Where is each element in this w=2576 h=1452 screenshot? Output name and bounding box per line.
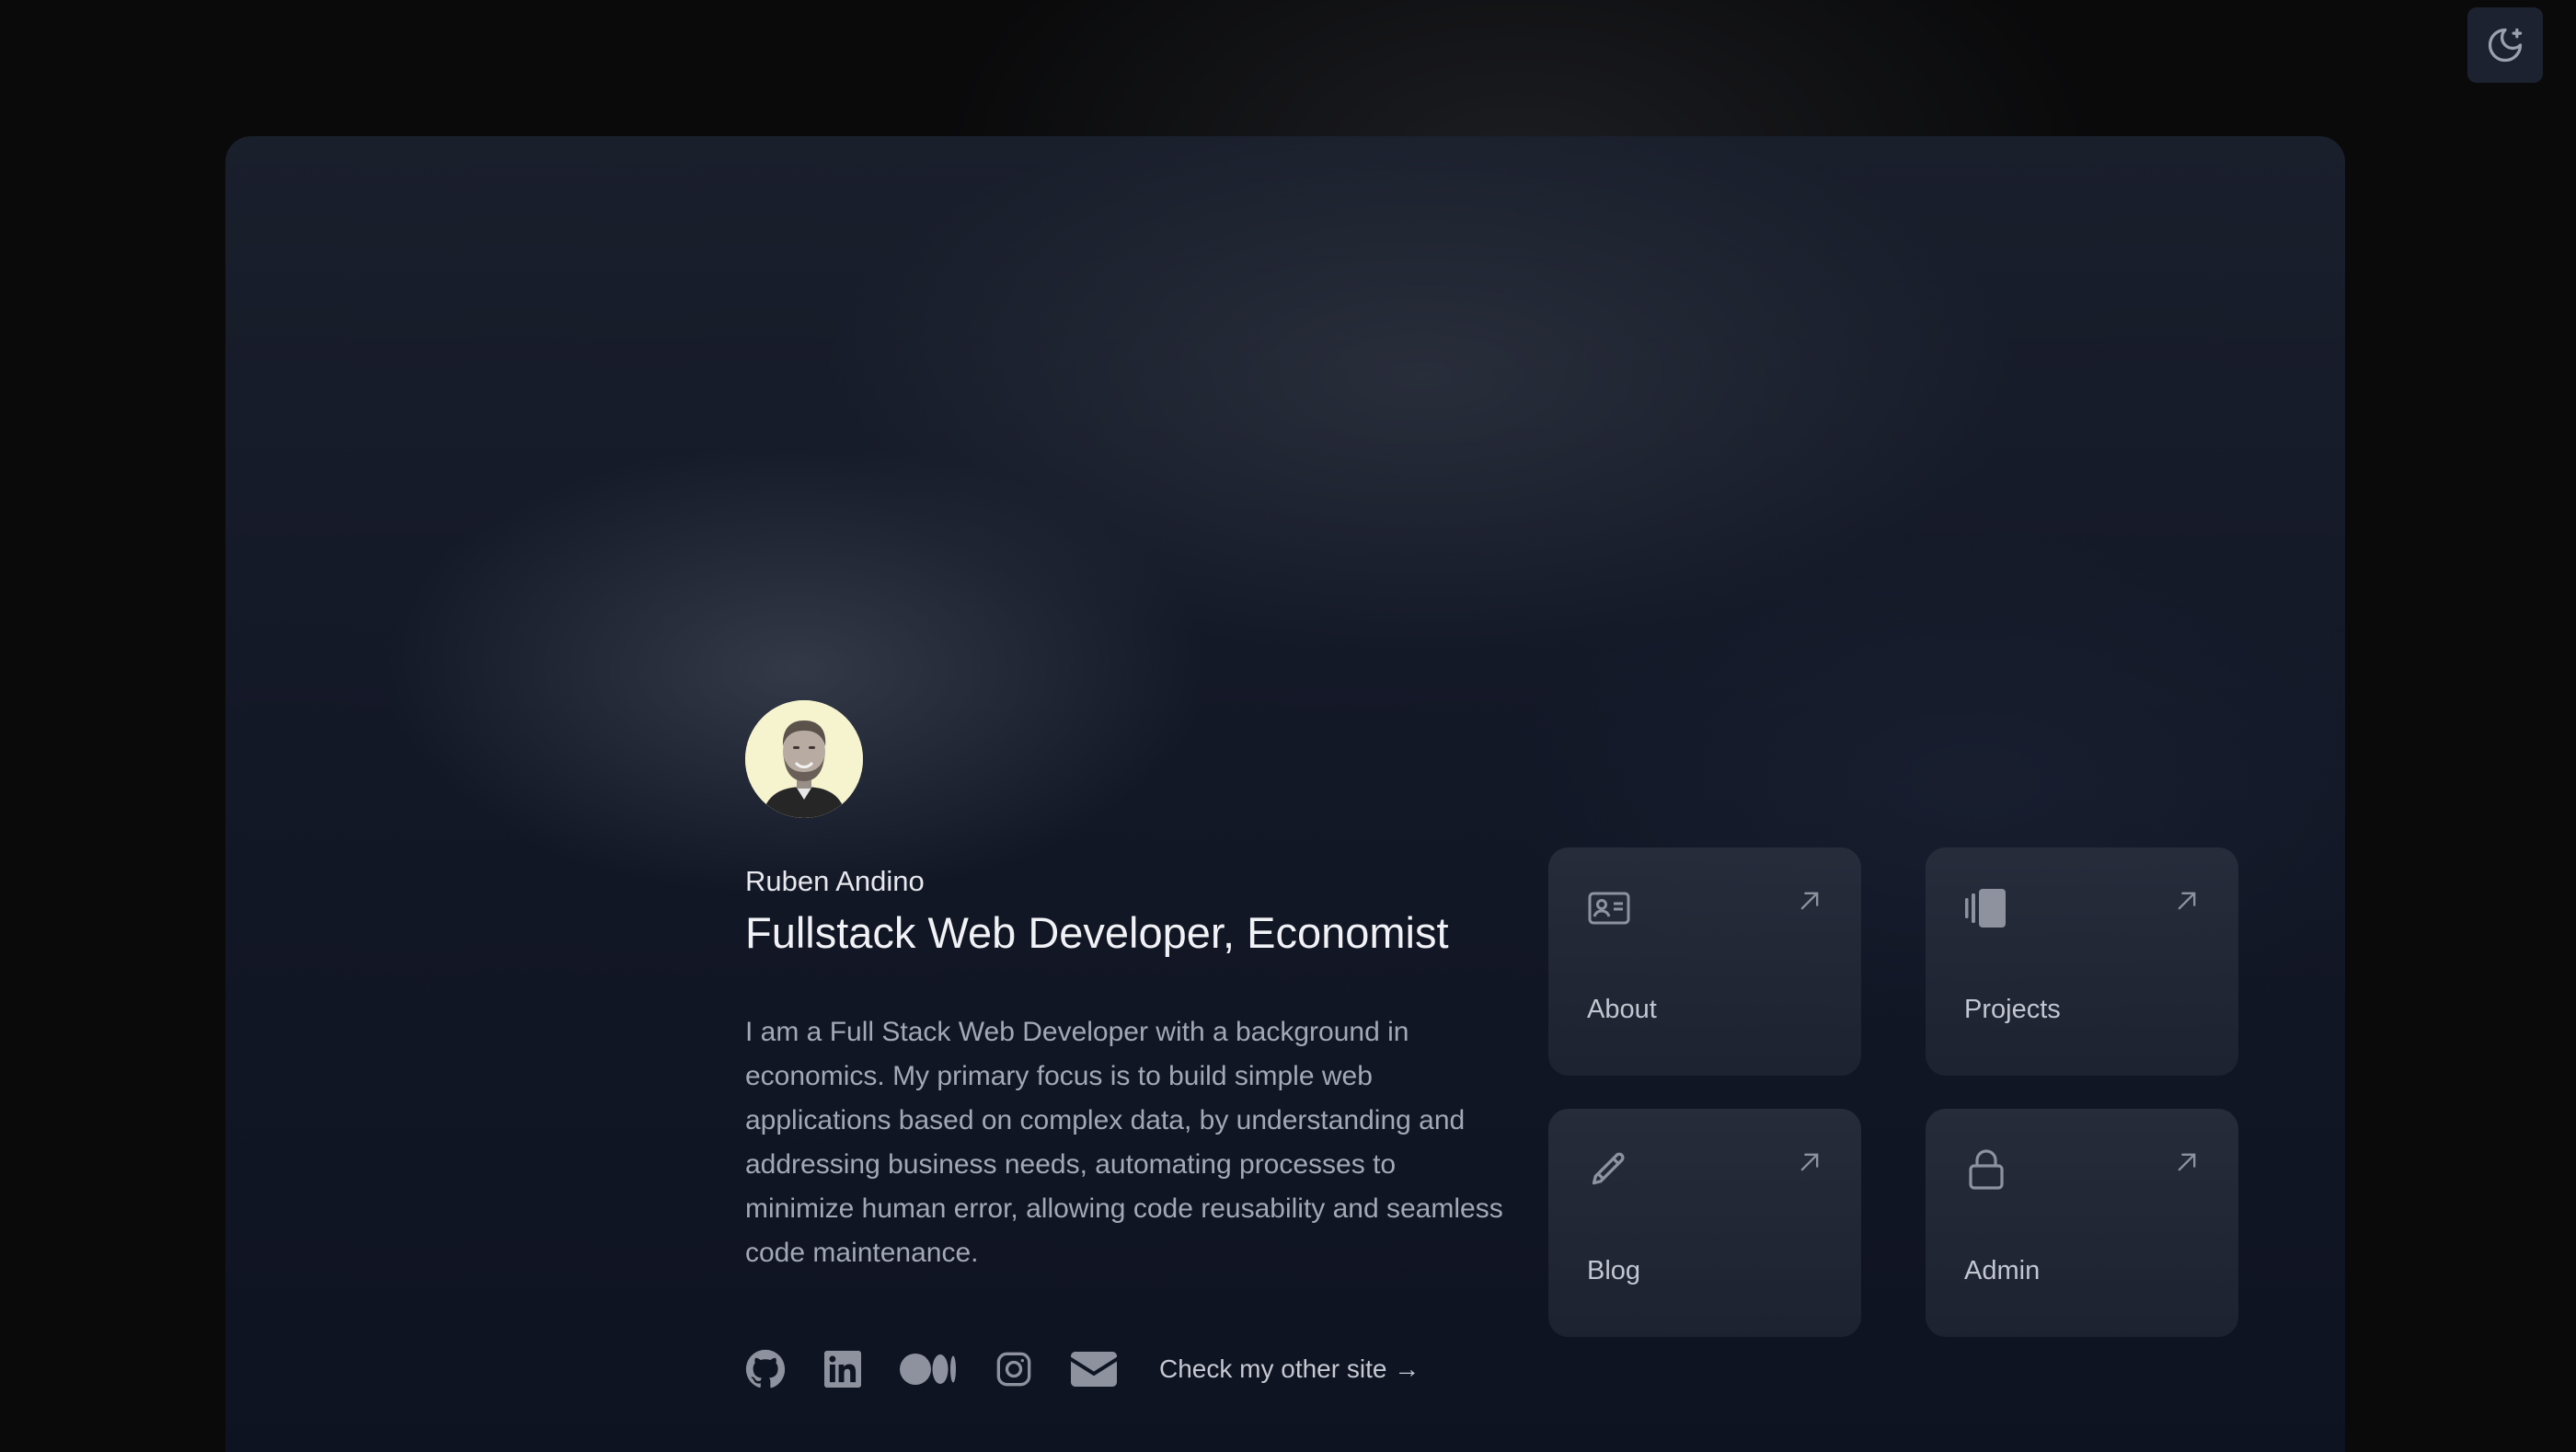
arrow-up-right-icon xyxy=(2178,892,2196,910)
tile-projects[interactable]: Projects xyxy=(1926,847,2238,1076)
tile-label-projects: Projects xyxy=(1964,995,2061,1024)
moon-stars-icon xyxy=(2488,28,2523,63)
tile-label-blog: Blog xyxy=(1587,1256,1641,1285)
github-icon xyxy=(745,1349,786,1389)
id-card-icon xyxy=(1588,892,1630,925)
arrow-up-right-icon xyxy=(1800,892,1819,910)
email-link[interactable] xyxy=(1071,1346,1117,1392)
page-title: Fullstack Web Developer, Economist xyxy=(745,908,1449,957)
pencil-icon xyxy=(1592,1152,1625,1185)
profile-bio: I am a Full Stack Web Developer with a b… xyxy=(745,1017,1503,1268)
tile-label-admin: Admin xyxy=(1964,1256,2041,1285)
other-site-link[interactable]: Check my other site → xyxy=(1159,1354,1420,1384)
avatar-portrait-icon xyxy=(745,700,863,818)
avatar xyxy=(745,700,863,818)
instagram-link[interactable] xyxy=(995,1346,1032,1392)
arrow-up-right-icon xyxy=(2178,1153,2196,1171)
instagram-icon xyxy=(996,1352,1031,1387)
github-link[interactable] xyxy=(745,1346,786,1392)
stacked-cards-icon xyxy=(1965,889,2006,928)
social-links: Check my other site → xyxy=(745,1346,1420,1392)
tile-admin[interactable]: Admin xyxy=(1926,1109,2238,1337)
mail-icon xyxy=(1071,1352,1117,1387)
lock-icon xyxy=(1969,1149,2004,1190)
arrow-up-right-icon xyxy=(1800,1153,1819,1171)
page: Ruben Andino Fullstack Web Developer, Ec… xyxy=(0,0,2576,1452)
theme-toggle-button[interactable] xyxy=(2467,7,2543,83)
tile-about[interactable]: About xyxy=(1548,847,1861,1076)
main-card: Ruben Andino Fullstack Web Developer, Ec… xyxy=(225,136,2345,1452)
profile-name: Ruben Andino xyxy=(745,865,925,897)
medium-icon xyxy=(900,1354,956,1385)
tile-label-about: About xyxy=(1587,995,1657,1024)
tile-blog[interactable]: Blog xyxy=(1548,1109,1861,1337)
linkedin-link[interactable] xyxy=(824,1346,861,1392)
linkedin-icon xyxy=(824,1351,861,1388)
medium-link[interactable] xyxy=(900,1346,957,1392)
